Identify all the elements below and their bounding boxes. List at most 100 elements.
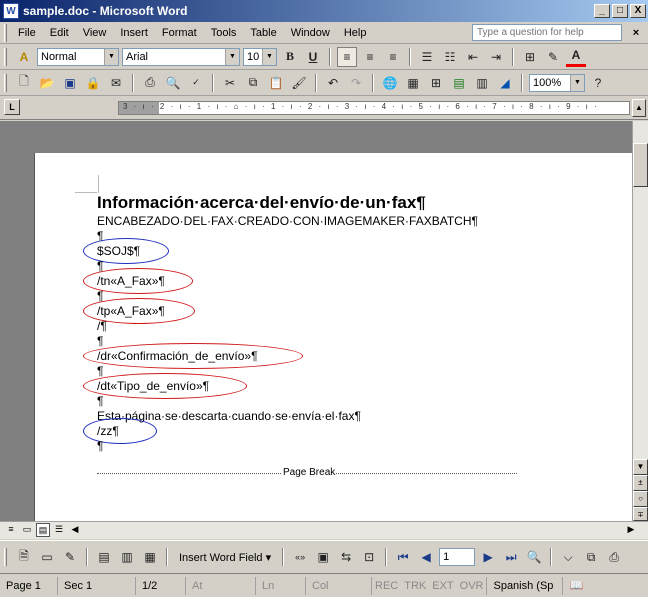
scroll-left-button[interactable]: ◀ <box>68 523 82 537</box>
horizontal-ruler[interactable]: 3 · ı · 2 · ı · 1 · ı · ⌂ · ı · 1 · ı · … <box>118 101 630 115</box>
help-icon[interactable]: ? <box>588 73 608 93</box>
document-text[interactable]: Información·acerca·del·envío·de·un·fax¶ … <box>83 193 627 454</box>
status-ovr[interactable]: OVR <box>457 577 488 595</box>
scroll-up-button[interactable]: ▲ <box>632 99 646 117</box>
match-fields-icon[interactable]: ⇆ <box>336 547 356 567</box>
menu-file[interactable]: File <box>11 25 43 41</box>
redo-icon[interactable]: ↷ <box>346 73 366 93</box>
bullets-icon[interactable]: ☷ <box>440 47 460 67</box>
format-painter-icon[interactable]: 🖌 <box>289 73 309 93</box>
decrease-indent-icon[interactable]: ⇤ <box>463 47 483 67</box>
status-trk[interactable]: TRK <box>401 577 429 595</box>
horizontal-scrollbar[interactable] <box>86 523 620 537</box>
undo-icon[interactable]: ↶ <box>323 73 343 93</box>
last-record-icon[interactable]: ⏭ <box>501 547 521 567</box>
font-color-icon[interactable]: A <box>566 47 586 67</box>
scroll-right-button[interactable]: ▶ <box>624 523 638 537</box>
insert-address-block-icon[interactable]: ▤ <box>94 547 114 567</box>
permission-icon[interactable]: 🔒 <box>83 73 103 93</box>
toolbar-grip[interactable] <box>4 47 7 66</box>
new-document-icon[interactable]: 🗋 <box>14 73 34 93</box>
underline-icon[interactable]: U <box>303 47 323 67</box>
chevron-down-icon[interactable]: ▼ <box>104 48 118 65</box>
insert-table-icon[interactable]: ⊞ <box>426 73 446 93</box>
close-button[interactable]: X <box>630 4 646 18</box>
chevron-down-icon[interactable]: ▼ <box>225 48 239 65</box>
help-search-input[interactable] <box>472 24 622 41</box>
increase-indent-icon[interactable]: ⇥ <box>486 47 506 67</box>
styles-pane-icon[interactable]: A <box>14 47 34 67</box>
zoom-combo[interactable]: 100% ▼ <box>529 73 585 92</box>
maximize-button[interactable]: □ <box>612 4 628 18</box>
menu-table[interactable]: Table <box>243 25 283 41</box>
menubar-grip[interactable] <box>4 23 7 42</box>
font-combo[interactable]: Arial ▼ <box>122 47 240 66</box>
font-size-combo[interactable]: 10 ▼ <box>243 47 277 66</box>
menu-edit[interactable]: Edit <box>43 25 76 41</box>
style-combo[interactable]: Normal ▼ <box>37 47 119 66</box>
scroll-thumb[interactable] <box>633 143 648 187</box>
insert-word-field-button[interactable]: Insert Word Field ▾ <box>174 548 276 567</box>
menu-help[interactable]: Help <box>337 25 374 41</box>
columns-icon[interactable]: ▥ <box>472 73 492 93</box>
bold-icon[interactable]: B <box>280 47 300 67</box>
spelling-icon[interactable]: ✓ <box>186 73 206 93</box>
copy-icon[interactable]: ⧉ <box>243 73 263 93</box>
highlight-merge-fields-icon[interactable]: ▣ <box>313 547 333 567</box>
align-center-icon[interactable]: ≡ <box>360 47 380 67</box>
email-icon[interactable]: ✉ <box>106 73 126 93</box>
cut-icon[interactable]: ✂ <box>220 73 240 93</box>
next-record-icon[interactable]: ▶ <box>478 547 498 567</box>
insert-greeting-line-icon[interactable]: ▥ <box>117 547 137 567</box>
status-ext[interactable]: EXT <box>429 577 456 595</box>
align-right-icon[interactable]: ≡ <box>383 47 403 67</box>
normal-view-icon[interactable]: ≡ <box>4 523 18 537</box>
view-merged-data-icon[interactable]: «» <box>290 547 310 567</box>
next-page-button[interactable]: ∓ <box>633 507 648 521</box>
toolbar-grip[interactable] <box>4 73 7 92</box>
propagate-labels-icon[interactable]: ⊡ <box>359 547 379 567</box>
merge-to-new-document-icon[interactable]: ⧉ <box>581 547 601 567</box>
save-icon[interactable]: ▣ <box>60 73 80 93</box>
go-to-record-input[interactable]: 1 <box>439 548 476 566</box>
chevron-down-icon[interactable]: ▼ <box>570 74 584 91</box>
check-for-errors-icon[interactable]: ⌵ <box>558 547 578 567</box>
highlight-icon[interactable]: ✎ <box>543 47 563 67</box>
menu-tools[interactable]: Tools <box>204 25 244 41</box>
borders-icon[interactable]: ⊞ <box>520 47 540 67</box>
insert-merge-fields-icon[interactable]: ▦ <box>140 547 160 567</box>
print-preview-icon[interactable]: 🔍 <box>163 73 183 93</box>
document-close-button[interactable]: × <box>628 27 644 39</box>
previous-page-button[interactable]: ± <box>633 475 648 491</box>
print-layout-icon[interactable]: ▤ <box>36 523 50 537</box>
first-record-icon[interactable]: ⏮ <box>393 547 413 567</box>
tables-borders-icon[interactable]: ▦ <box>403 73 423 93</box>
menu-format[interactable]: Format <box>155 25 204 41</box>
status-language[interactable]: Spanish (Sp <box>487 577 564 595</box>
web-layout-icon[interactable]: ▭ <box>20 523 34 537</box>
document-page[interactable]: Información·acerca·del·envío·de·un·fax¶ … <box>34 153 632 521</box>
align-left-icon[interactable]: ≡ <box>337 46 357 67</box>
open-folder-icon[interactable]: 📂 <box>37 73 57 93</box>
paste-icon[interactable]: 📋 <box>266 73 286 93</box>
minimize-button[interactable]: _ <box>594 4 610 18</box>
vertical-scrollbar[interactable]: ▼ ± ○ ∓ <box>632 121 648 521</box>
main-document-setup-icon[interactable]: 🗎 <box>14 547 34 567</box>
toolbar-grip[interactable] <box>4 548 7 566</box>
status-rec[interactable]: REC <box>372 577 401 595</box>
word-app-icon[interactable]: W <box>3 3 19 19</box>
tab-selector-icon[interactable]: L <box>4 99 20 115</box>
drawing-icon[interactable]: ◢ <box>495 73 515 93</box>
previous-record-icon[interactable]: ◀ <box>416 547 436 567</box>
chevron-down-icon[interactable]: ▼ <box>262 48 276 65</box>
mail-merge-recipients-icon[interactable]: ✎ <box>60 547 80 567</box>
select-browse-object-button[interactable]: ○ <box>633 491 648 507</box>
find-entry-icon[interactable]: 🔍 <box>524 547 544 567</box>
print-icon[interactable]: ⎙ <box>140 73 160 93</box>
menu-window[interactable]: Window <box>284 25 337 41</box>
scroll-down-button[interactable]: ▼ <box>633 459 648 475</box>
merge-to-printer-icon[interactable]: ⎙ <box>604 547 624 567</box>
menu-view[interactable]: View <box>76 25 114 41</box>
outline-view-icon[interactable]: ☰ <box>52 523 66 537</box>
menu-insert[interactable]: Insert <box>113 25 155 41</box>
